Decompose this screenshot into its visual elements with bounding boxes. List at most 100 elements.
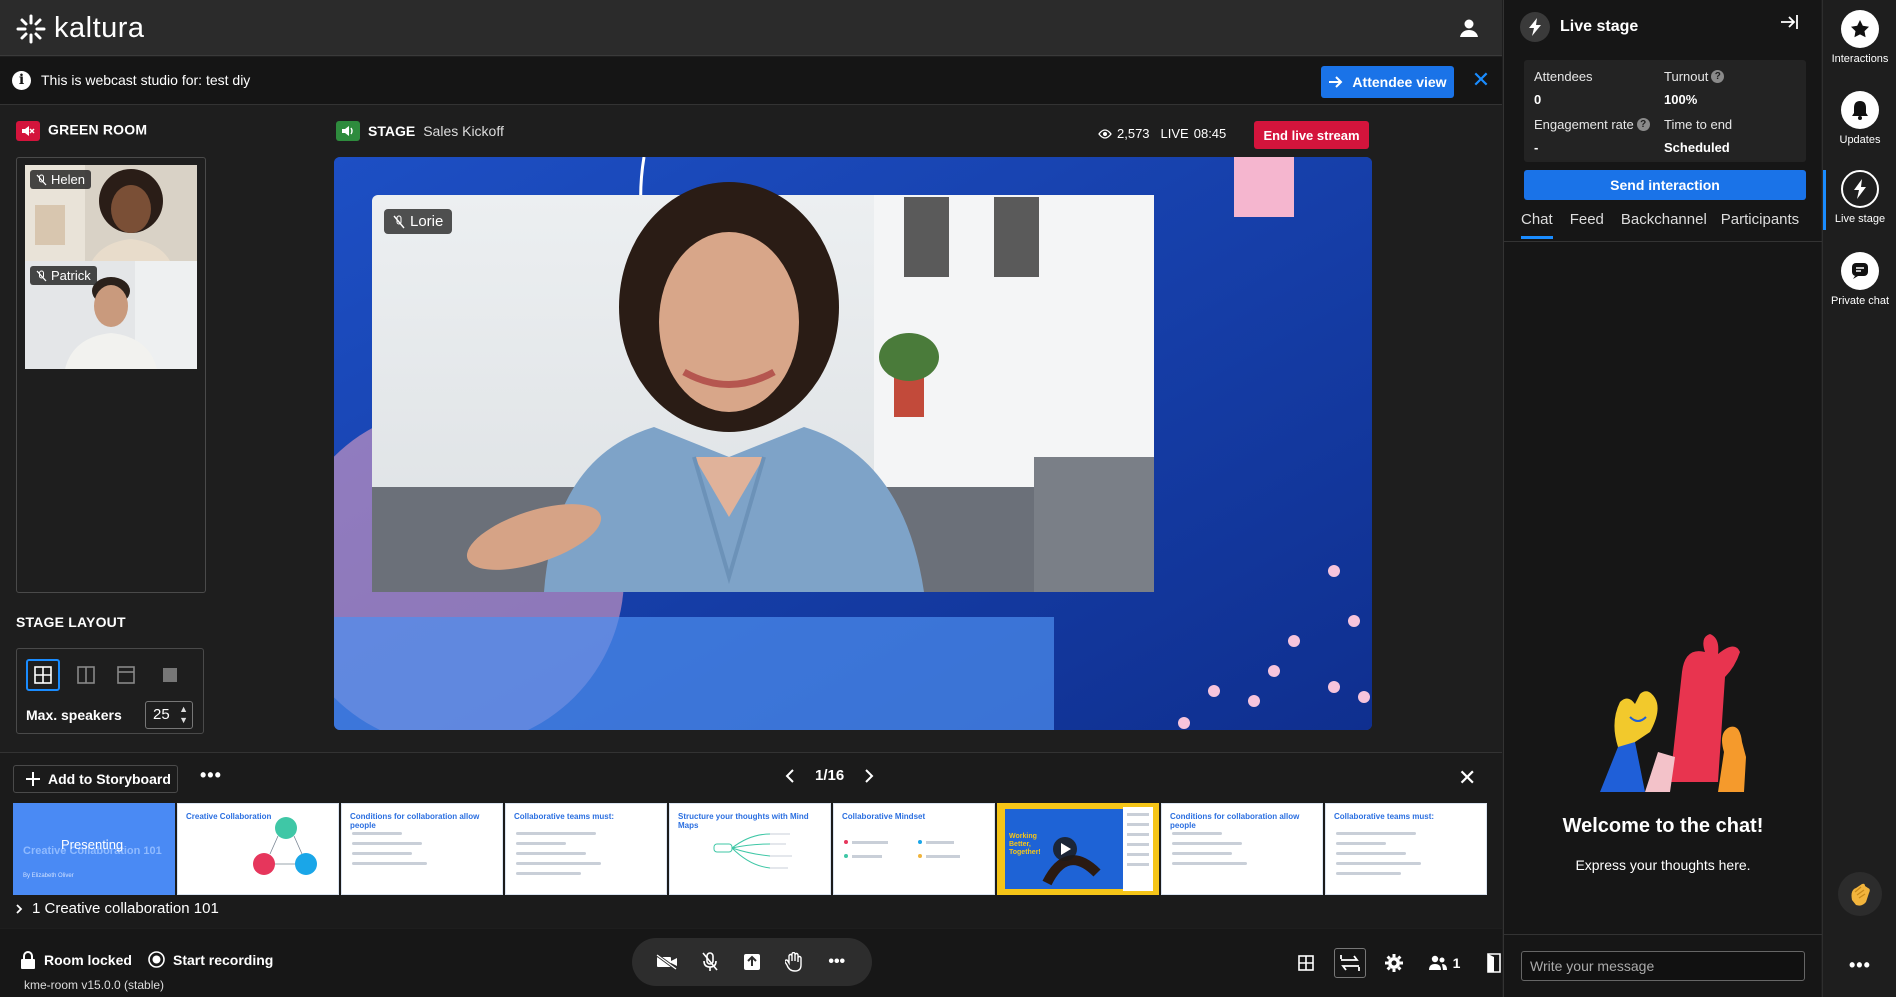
speaker-on-icon[interactable] — [336, 121, 360, 141]
rail-live-stage[interactable]: Live stage — [1823, 170, 1896, 230]
slide-thumbnail[interactable]: Creative Collaboration — [177, 803, 339, 895]
panel-tabs: Chat Feed Backchannel Participants — [1504, 208, 1822, 242]
slide-thumbnail[interactable]: Conditions for collaboration allow peopl… — [341, 803, 503, 895]
live-stage-panel: Live stage Attendees 0 Turnout? 100% Eng… — [1503, 0, 1822, 997]
record-icon — [148, 951, 165, 968]
side-rail: Interactions Updates Live stage Private … — [1822, 0, 1896, 997]
layout-single-option[interactable] — [153, 659, 187, 691]
start-recording-button[interactable]: Start recording — [148, 951, 273, 968]
mic-muted-icon — [36, 270, 47, 281]
green-room-header: GREEN ROOM — [16, 121, 147, 141]
storyboard-more-icon[interactable]: ••• — [200, 765, 222, 786]
max-speakers-label: Max. speakers — [26, 707, 122, 723]
tab-backchannel[interactable]: Backchannel — [1621, 208, 1707, 241]
add-to-storyboard-button[interactable]: Add to Storyboard — [13, 765, 178, 793]
switch-view-button[interactable] — [1334, 948, 1366, 978]
layout-grid-button[interactable] — [1290, 948, 1322, 978]
chevron-right-icon[interactable] — [864, 768, 874, 783]
live-timer: 08:45 — [1193, 126, 1227, 141]
engagement-label: Engagement rate — [1534, 117, 1634, 132]
camera-off-button[interactable] — [654, 949, 680, 975]
user-icon[interactable] — [1458, 17, 1480, 39]
hand-icon — [785, 952, 803, 972]
slide-thumbnail[interactable]: Structure your thoughts with Mind Maps — [669, 803, 831, 895]
stat-turnout: Turnout? 100% — [1664, 69, 1725, 107]
help-icon[interactable]: ? — [1636, 118, 1650, 131]
more-controls-icon[interactable]: ••• — [824, 949, 850, 975]
tab-chat[interactable]: Chat — [1521, 208, 1553, 239]
camera-off-icon — [656, 954, 678, 970]
divider — [1504, 934, 1822, 935]
room-tools: 1 — [1290, 948, 1510, 978]
bottom-bar: Room locked Start recording kme-room v15… — [0, 929, 1502, 997]
session-name: Sales Kickoff — [423, 123, 504, 139]
share-screen-button[interactable] — [739, 949, 765, 975]
stat-time-to-end: Time to end Scheduled — [1664, 117, 1732, 155]
speaker-muted-icon[interactable] — [16, 121, 40, 141]
people-icon — [1428, 955, 1447, 970]
slide-thumbnail[interactable]: Conditions for collaboration allow peopl… — [1161, 803, 1323, 895]
slide-body — [1172, 832, 1247, 872]
participant-tile-helen[interactable]: Helen — [25, 165, 197, 273]
speaker-name-tag: Lorie — [384, 209, 453, 234]
chat-icon — [1841, 252, 1879, 290]
info-message: This is webcast studio for: test diy — [41, 72, 251, 88]
settings-button[interactable] — [1378, 948, 1410, 978]
switch-icon — [1340, 955, 1360, 971]
stage-layout-panel: Max. speakers 25 ▲ ▼ — [16, 648, 204, 734]
lock-icon — [21, 951, 35, 969]
slide-thumbnail[interactable]: Working Better, Together! — [997, 803, 1159, 895]
chevron-left-icon[interactable] — [785, 768, 795, 783]
mic-off-button[interactable] — [697, 949, 723, 975]
reactions-button[interactable] — [1838, 872, 1882, 916]
slide-thumbnail[interactable]: Collaborative Mindset — [833, 803, 995, 895]
close-banner-icon[interactable]: ✕ — [1469, 68, 1493, 92]
layout-top-option[interactable] — [109, 659, 143, 691]
tab-feed[interactable]: Feed — [1570, 208, 1604, 241]
rail-label: Interactions — [1831, 53, 1889, 65]
time-to-end-label: Time to end — [1664, 117, 1733, 132]
mic-muted-icon — [36, 174, 47, 185]
chevron-right-icon[interactable] — [14, 903, 24, 914]
stepper-arrows-icon[interactable]: ▲ ▼ — [179, 704, 188, 726]
engagement-value: - — [1534, 140, 1539, 155]
slide-diagram — [253, 817, 317, 875]
panel-title: Live stage — [1560, 18, 1639, 35]
slide-body — [516, 832, 601, 882]
speaker-video — [372, 182, 1154, 592]
layout-grid-option[interactable] — [26, 659, 60, 691]
chat-illustration — [1600, 634, 1746, 792]
attendee-view-button[interactable]: Attendee view — [1321, 66, 1454, 98]
mic-off-icon — [701, 952, 718, 971]
speaker-name: Lorie — [410, 213, 444, 230]
stage-header: STAGE Sales Kickoff — [336, 121, 504, 141]
send-interaction-button[interactable]: Send interaction — [1524, 170, 1806, 200]
raise-hand-button[interactable] — [781, 949, 807, 975]
more-options-icon[interactable]: ••• — [1849, 955, 1871, 976]
tab-participants[interactable]: Participants — [1721, 208, 1799, 241]
kaltura-logo: kaltura — [16, 12, 145, 45]
room-locked-toggle[interactable]: Room locked — [20, 951, 132, 969]
slide-thumbnail[interactable]: Creative Collaboration 101 Presenting By… — [13, 803, 175, 895]
participant-tile-patrick[interactable]: Patrick — [25, 261, 197, 369]
max-speakers-stepper[interactable]: 25 ▲ ▼ — [145, 701, 193, 729]
start-recording-label: Start recording — [173, 951, 274, 968]
slide-strip: Creative Collaboration 101 Presenting By… — [13, 803, 1493, 895]
help-icon[interactable]: ? — [1711, 70, 1725, 83]
collapse-panel-icon[interactable] — [1780, 14, 1798, 30]
green-room-title: GREEN ROOM — [48, 121, 148, 138]
participants-button[interactable]: 1 — [1422, 948, 1466, 978]
end-live-stream-button[interactable]: End live stream — [1254, 121, 1369, 149]
panel-header: Live stage — [1520, 12, 1638, 42]
layout-split-option[interactable] — [69, 659, 103, 691]
rail-updates[interactable]: Updates — [1823, 91, 1896, 146]
close-storyboard-icon[interactable]: ✕ — [1458, 765, 1476, 791]
rail-private-chat[interactable]: Private chat — [1823, 252, 1896, 307]
storyboard-section[interactable]: 1 Creative collaboration 101 — [14, 900, 219, 917]
chat-message-input[interactable] — [1521, 951, 1805, 981]
slide-thumbnail[interactable]: Collaborative teams must: — [1325, 803, 1487, 895]
storyboard-pager: 1/16 — [785, 767, 874, 784]
rail-interactions[interactable]: Interactions — [1823, 10, 1896, 65]
slide-thumbnail[interactable]: Collaborative teams must: — [505, 803, 667, 895]
green-room-panel: Helen Patrick — [16, 157, 206, 593]
